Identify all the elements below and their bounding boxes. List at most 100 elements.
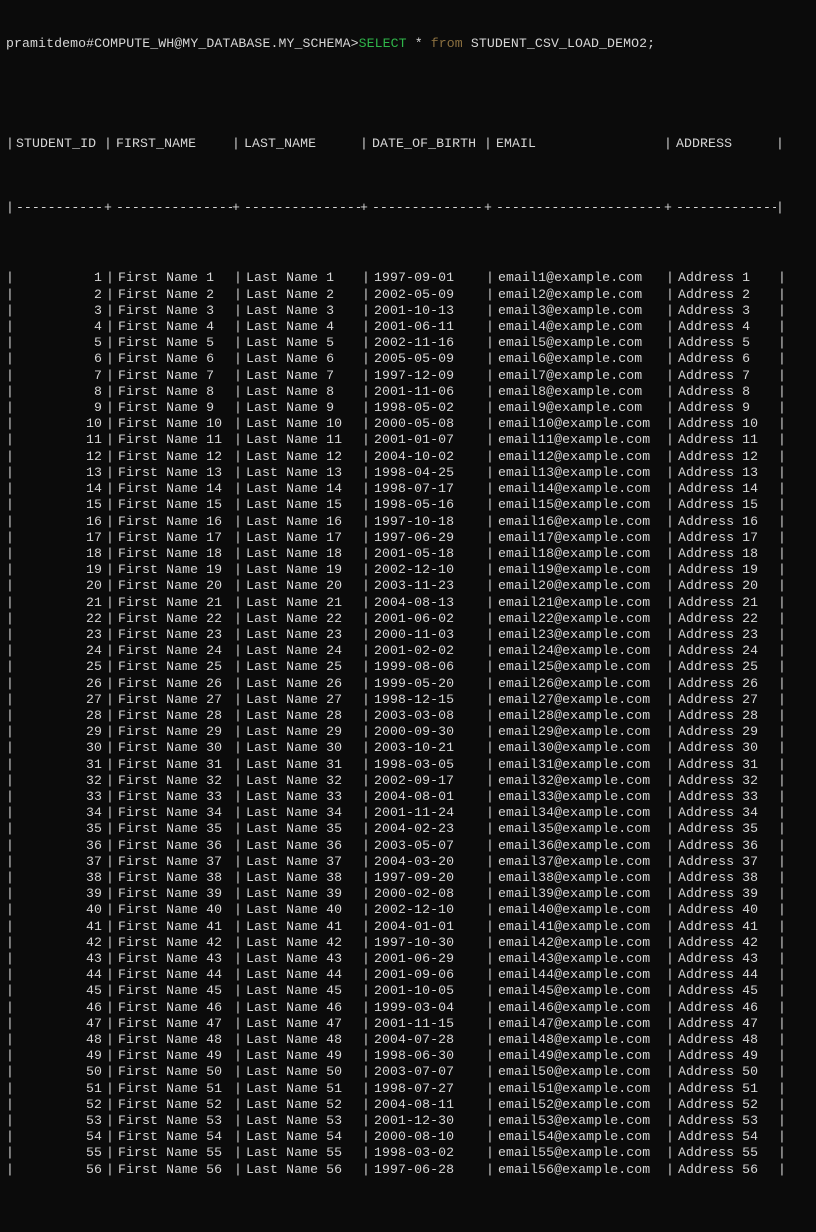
pipe-icon: |	[778, 854, 786, 870]
table-row: |37|First Name 37|Last Name 37|2004-03-2…	[6, 854, 810, 870]
pipe-icon: |	[106, 1129, 114, 1145]
table-row: |10|First Name 10|Last Name 10|2000-05-0…	[6, 416, 810, 432]
table-row: |53|First Name 53|Last Name 53|2001-12-3…	[6, 1113, 810, 1129]
col-address: ADDRESS	[672, 136, 776, 152]
pipe-icon: |	[106, 951, 114, 967]
table-row: |48|First Name 48|Last Name 48|2004-07-2…	[6, 1032, 810, 1048]
pipe-icon: |	[362, 1032, 370, 1048]
pipe-icon: |	[486, 1162, 494, 1178]
cell-last-name: Last Name 23	[242, 627, 362, 643]
cell-last-name: Last Name 30	[242, 740, 362, 756]
cell-first-name: First Name 36	[114, 838, 234, 854]
pipe-icon: |	[106, 1162, 114, 1178]
pipe-icon: |	[234, 562, 242, 578]
pipe-icon: |	[360, 136, 368, 152]
pipe-icon: |	[362, 432, 370, 448]
cell-student-id: 28	[14, 708, 106, 724]
pipe-icon: |	[666, 1097, 674, 1113]
pipe-icon: |	[362, 773, 370, 789]
pipe-icon: |	[486, 919, 494, 935]
pipe-icon: |	[486, 1129, 494, 1145]
cell-address: Address 7	[674, 368, 778, 384]
pipe-icon: |	[106, 481, 114, 497]
cell-first-name: First Name 30	[114, 740, 234, 756]
cell-address: Address 23	[674, 627, 778, 643]
pipe-icon: |	[234, 1064, 242, 1080]
cell-student-id: 29	[14, 724, 106, 740]
cell-student-id: 54	[14, 1129, 106, 1145]
cell-last-name: Last Name 40	[242, 902, 362, 918]
cell-address: Address 12	[674, 449, 778, 465]
cell-first-name: First Name 16	[114, 514, 234, 530]
cell-last-name: Last Name 16	[242, 514, 362, 530]
cell-student-id: 55	[14, 1145, 106, 1161]
pipe-icon: |	[778, 497, 786, 513]
pipe-icon: |	[666, 449, 674, 465]
cell-last-name: Last Name 20	[242, 578, 362, 594]
cell-email: email5@example.com	[494, 335, 666, 351]
table-row: |20|First Name 20|Last Name 20|2003-11-2…	[6, 578, 810, 594]
cell-first-name: First Name 46	[114, 1000, 234, 1016]
pipe-icon: |	[666, 821, 674, 837]
pipe-icon: |	[362, 919, 370, 935]
cell-student-id: 12	[14, 449, 106, 465]
pipe-icon: |	[778, 578, 786, 594]
cell-date-of-birth: 2000-05-08	[370, 416, 486, 432]
cell-date-of-birth: 2001-05-18	[370, 546, 486, 562]
pipe-icon: |	[362, 935, 370, 951]
pipe-icon: |	[106, 368, 114, 384]
cell-last-name: Last Name 33	[242, 789, 362, 805]
cell-date-of-birth: 1997-12-09	[370, 368, 486, 384]
cell-student-id: 1	[14, 270, 106, 286]
pipe-icon: |	[666, 1016, 674, 1032]
pipe-icon: |	[362, 595, 370, 611]
cell-address: Address 48	[674, 1032, 778, 1048]
pipe-icon: |	[6, 303, 14, 319]
cell-email: email51@example.com	[494, 1081, 666, 1097]
cell-student-id: 38	[14, 870, 106, 886]
cell-email: email39@example.com	[494, 886, 666, 902]
pipe-icon: |	[362, 384, 370, 400]
pipe-icon: |	[6, 1048, 14, 1064]
cell-email: email31@example.com	[494, 757, 666, 773]
cell-last-name: Last Name 55	[242, 1145, 362, 1161]
cell-email: email52@example.com	[494, 1097, 666, 1113]
table-row: |54|First Name 54|Last Name 54|2000-08-1…	[6, 1129, 810, 1145]
cell-address: Address 22	[674, 611, 778, 627]
cell-date-of-birth: 2000-08-10	[370, 1129, 486, 1145]
table-row: |14|First Name 14|Last Name 14|1998-07-1…	[6, 481, 810, 497]
cell-date-of-birth: 2004-08-11	[370, 1097, 486, 1113]
pipe-icon: |	[362, 854, 370, 870]
cell-date-of-birth: 2001-01-07	[370, 432, 486, 448]
pipe-icon: |	[234, 854, 242, 870]
sql-prompt-line[interactable]: pramitdemo#COMPUTE_WH@MY_DATABASE.MY_SCH…	[6, 36, 810, 52]
pipe-icon: |	[106, 740, 114, 756]
cell-student-id: 7	[14, 368, 106, 384]
pipe-icon: |	[234, 432, 242, 448]
pipe-icon: |	[486, 676, 494, 692]
pipe-icon: |	[778, 676, 786, 692]
pipe-icon: |	[6, 287, 14, 303]
cell-email: email15@example.com	[494, 497, 666, 513]
pipe-icon: |	[778, 449, 786, 465]
pipe-icon: |	[666, 773, 674, 789]
cell-address: Address 35	[674, 821, 778, 837]
pipe-icon: |	[106, 983, 114, 999]
pipe-icon: |	[106, 643, 114, 659]
cell-first-name: First Name 33	[114, 789, 234, 805]
cell-address: Address 18	[674, 546, 778, 562]
pipe-icon: |	[106, 854, 114, 870]
pipe-icon: |	[6, 1000, 14, 1016]
cell-first-name: First Name 12	[114, 449, 234, 465]
pipe-icon: |	[486, 449, 494, 465]
cell-last-name: Last Name 32	[242, 773, 362, 789]
pipe-icon: |	[486, 983, 494, 999]
pipe-icon: |	[486, 854, 494, 870]
pipe-icon: |	[666, 838, 674, 854]
pipe-icon: |	[234, 1032, 242, 1048]
pipe-icon: |	[6, 967, 14, 983]
pipe-icon: |	[234, 757, 242, 773]
cell-last-name: Last Name 5	[242, 335, 362, 351]
pipe-icon: |	[6, 1113, 14, 1129]
pipe-icon: |	[234, 1016, 242, 1032]
